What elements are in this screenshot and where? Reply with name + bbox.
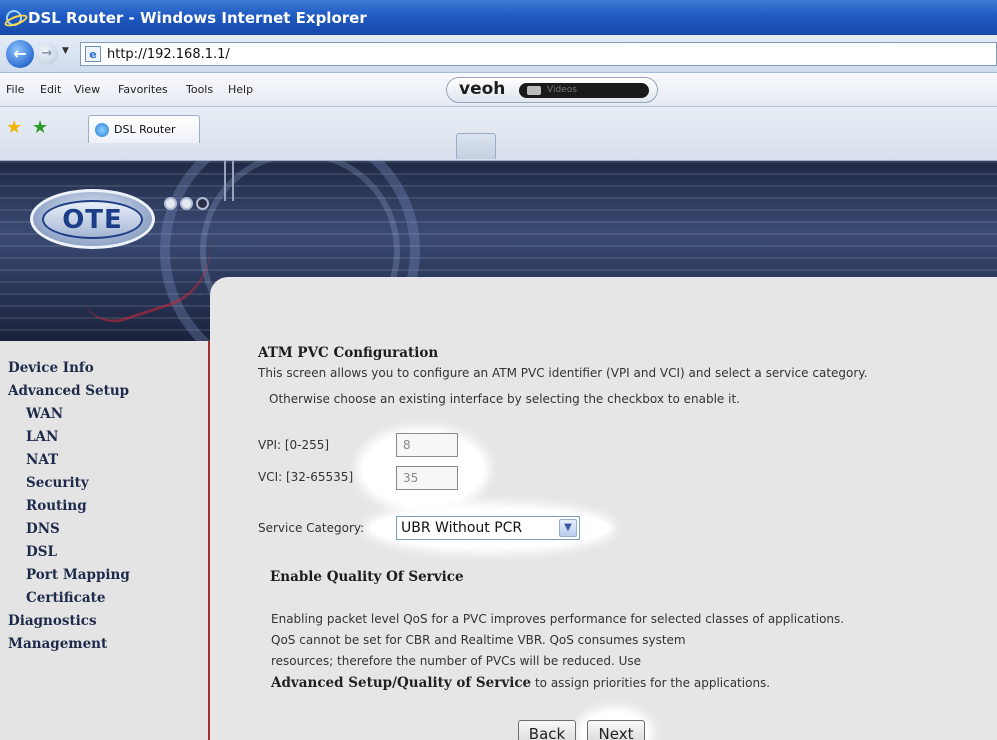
sidebar-item-security[interactable]: Security bbox=[8, 472, 130, 495]
qos-title: Enable Quality Of Service bbox=[270, 569, 464, 585]
sidebar-item-management[interactable]: Management bbox=[8, 633, 130, 656]
sidebar-item-diagnostics[interactable]: Diagnostics bbox=[8, 610, 130, 633]
sidebar-item-port-mapping[interactable]: Port Mapping bbox=[8, 564, 130, 587]
url-text: http://192.168.1.1/ bbox=[107, 46, 230, 62]
sidebar-item-certificate[interactable]: Certificate bbox=[8, 587, 130, 610]
back-button[interactable]: Back bbox=[518, 720, 576, 740]
window-titlebar: DSL Router - Windows Internet Explorer bbox=[0, 0, 997, 35]
ote-logo-text: OTE bbox=[42, 200, 143, 239]
ie-page-icon bbox=[95, 122, 109, 137]
video-camera-icon bbox=[527, 86, 541, 95]
description-line-2: Otherwise choose an existing interface b… bbox=[269, 392, 740, 406]
new-tab-button[interactable] bbox=[456, 133, 496, 159]
page-icon: e bbox=[85, 46, 101, 62]
favorites-star-icon[interactable]: ★ bbox=[6, 117, 22, 138]
qos-line-4-rest: to assign priorities for the application… bbox=[531, 676, 771, 690]
qos-line-3: resources; therefore the number of PVCs … bbox=[271, 654, 641, 668]
sidebar-item-nat[interactable]: NAT bbox=[8, 449, 130, 472]
chevron-down-icon[interactable]: ▼ bbox=[559, 519, 577, 537]
menu-bar: File Edit View Favorites Tools Help veoh… bbox=[0, 73, 997, 107]
ote-logo: OTE bbox=[30, 189, 155, 249]
sidebar-item-lan[interactable]: LAN bbox=[8, 426, 130, 449]
service-category-label: Service Category: bbox=[258, 521, 365, 535]
menu-favorites[interactable]: Favorites bbox=[118, 83, 168, 96]
logo-dot-icon bbox=[180, 197, 193, 210]
vci-label: VCI: [32-65535] bbox=[258, 470, 354, 484]
qos-line-4: Advanced Setup/Quality of Service to ass… bbox=[271, 675, 770, 691]
recent-pages-dropdown-icon[interactable]: ▼ bbox=[62, 46, 69, 56]
qos-link-advanced-setup: Advanced Setup/Quality of Service bbox=[271, 675, 532, 691]
sidebar-nav: Device Info Advanced Setup WAN LAN NAT S… bbox=[0, 341, 210, 740]
menu-tools[interactable]: Tools bbox=[186, 83, 213, 96]
sidebar-item-wan[interactable]: WAN bbox=[8, 403, 130, 426]
logo-dot-icon bbox=[196, 197, 209, 210]
tab-dsl-router[interactable]: DSL Router bbox=[88, 115, 200, 143]
window-title: DSL Router - Windows Internet Explorer bbox=[28, 8, 367, 27]
service-category-select[interactable]: UBR Without PCR ▼ bbox=[396, 516, 580, 540]
qos-line-2: QoS cannot be set for CBR and Realtime V… bbox=[271, 633, 686, 647]
sidebar-item-dsl[interactable]: DSL bbox=[8, 541, 130, 564]
sidebar-item-device-info[interactable]: Device Info bbox=[8, 357, 130, 380]
url-input[interactable]: e http://192.168.1.1/ bbox=[80, 42, 997, 66]
back-arrow-icon[interactable]: ← bbox=[6, 40, 34, 68]
address-bar: ← → ▼ e http://192.168.1.1/ bbox=[0, 35, 997, 73]
service-category-value: UBR Without PCR bbox=[401, 520, 523, 536]
menu-file[interactable]: File bbox=[6, 83, 24, 96]
sidebar-item-advanced-setup[interactable]: Advanced Setup bbox=[8, 380, 130, 403]
favorites-bar: ★ ★ DSL Router bbox=[0, 107, 997, 161]
description-line-1: This screen allows you to configure an A… bbox=[258, 366, 868, 380]
vpi-input[interactable]: 8 bbox=[396, 433, 458, 457]
forward-arrow-icon[interactable]: → bbox=[36, 43, 58, 65]
vpi-label: VPI: [0-255] bbox=[258, 438, 330, 452]
tab-label: DSL Router bbox=[114, 123, 176, 136]
next-button[interactable]: Next bbox=[587, 720, 645, 740]
qos-line-1: Enabling packet level QoS for a PVC impr… bbox=[271, 612, 845, 626]
vci-input[interactable]: 35 bbox=[396, 466, 458, 490]
menu-edit[interactable]: Edit bbox=[40, 83, 61, 96]
logo-dot-icon bbox=[164, 197, 177, 210]
ie-logo-icon bbox=[6, 9, 22, 26]
sidebar-item-routing[interactable]: Routing bbox=[8, 495, 130, 518]
page-title: ATM PVC Configuration bbox=[258, 345, 439, 361]
menu-view[interactable]: View bbox=[74, 83, 100, 96]
add-favorites-icon[interactable]: ★ bbox=[32, 117, 48, 138]
sidebar-item-dns[interactable]: DNS bbox=[8, 518, 130, 541]
veoh-toolbar[interactable]: veoh Videos bbox=[446, 77, 658, 103]
veoh-logo: veoh bbox=[459, 79, 506, 99]
menu-help[interactable]: Help bbox=[228, 83, 253, 96]
